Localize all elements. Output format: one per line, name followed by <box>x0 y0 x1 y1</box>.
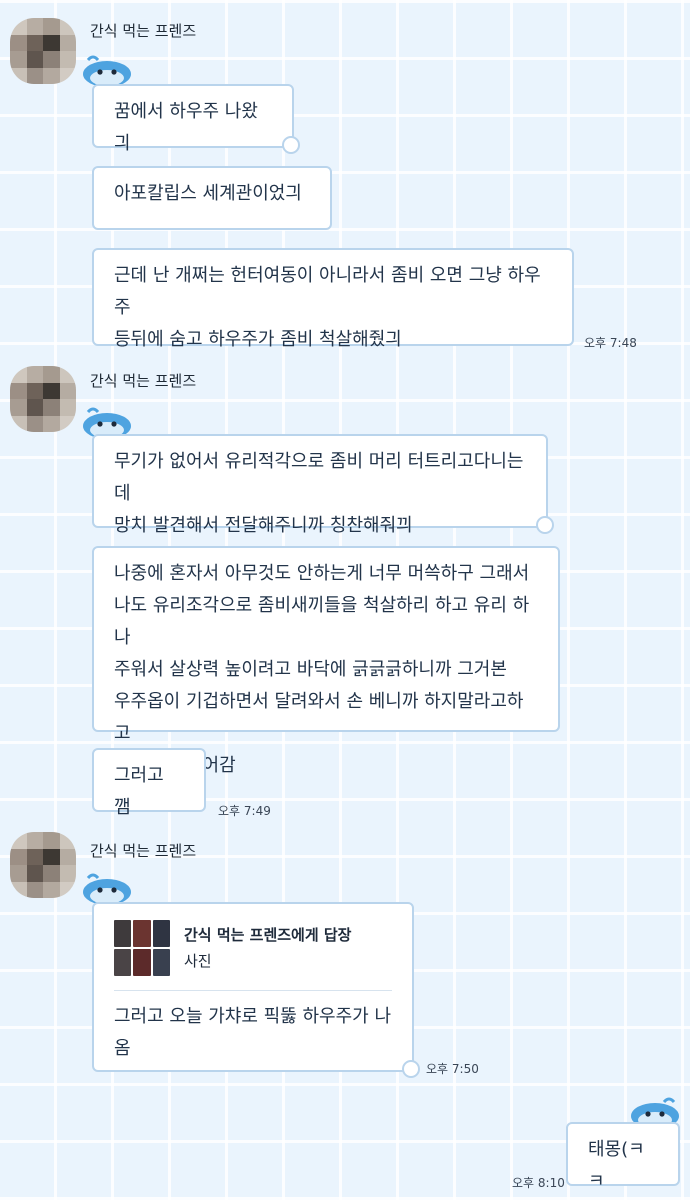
bubble-tail-icon <box>402 1060 420 1078</box>
message-text-line: 우주옵이 기겁하면서 달려와서 손 베니까 하지말라고하고 <box>114 691 524 744</box>
message-text: 꿈에서 하우주 나왔긔 <box>114 101 258 154</box>
sender-avatar[interactable] <box>10 18 76 84</box>
message-bubble[interactable]: 근데 난 개쩌는 헌터여동이 아니라서 좀비 오면 그냥 하우주 등뒤에 숨고 … <box>92 248 574 350</box>
message-text-line: 나도 유리조각으로 좀비새끼들을 척살하리 하고 유리 하나 <box>114 595 530 648</box>
sender-avatar[interactable] <box>10 832 76 898</box>
message-text-line: 주워서 살상력 높이려고 바닥에 긁긁긁하니까 그거본 <box>114 659 507 680</box>
bubble-tail-icon <box>282 136 300 154</box>
message-text-line: 무기가 없어서 유리적각으로 좀비 머리 터트리고다니는데 <box>114 451 524 504</box>
message-bubble[interactable]: 꿈에서 하우주 나왔긔 <box>92 84 300 154</box>
message-text-line: 나중에 혼자서 아무것도 안하는게 너무 머쓱하구 그래서 <box>114 563 530 584</box>
message-text-line: 망치 발견해서 전달해주니까 칭찬해줘끠 <box>114 515 413 536</box>
bubble-tail-icon <box>536 516 554 534</box>
message-time: 오후 7:49 <box>218 804 271 818</box>
message-text: 그러고 오늘 가챠로 픽뚫 하우주가 나옴 <box>114 1006 392 1059</box>
message-time: 오후 8:10 <box>512 1176 565 1190</box>
message-bubble[interactable]: 무기가 없어서 유리적각으로 좀비 머리 터트리고다니는데 망치 발견해서 전달… <box>92 434 554 536</box>
message-bubble[interactable]: 아포칼립스 세계관이었긔 <box>92 166 332 230</box>
message-text: 아포칼립스 세계관이었긔 <box>114 183 302 204</box>
photo-thumbnail <box>114 920 170 976</box>
sender-avatar[interactable] <box>10 366 76 432</box>
message-time: 오후 7:48 <box>584 336 637 350</box>
divider <box>114 990 392 991</box>
blue-whale-mascot-icon <box>83 873 131 905</box>
blue-whale-mascot-icon <box>83 55 131 87</box>
message-text-line: 근데 난 개쩌는 헌터여동이 아니라서 좀비 오면 그냥 하우주 <box>114 265 541 318</box>
sender-name: 간식 먹는 프렌즈 <box>90 372 197 390</box>
message-text: 태몽(ㅋㅋ <box>588 1139 645 1192</box>
my-message-bubble[interactable]: 태몽(ㅋㅋ <box>566 1122 680 1192</box>
message-bubble[interactable]: 그러고 깸 <box>92 748 206 818</box>
sender-name: 간식 먹는 프렌즈 <box>90 22 197 40</box>
message-bubble[interactable]: 나중에 혼자서 아무것도 안하는게 너무 머쓱하구 그래서 나도 유리조각으로 … <box>92 546 560 776</box>
reply-quote[interactable]: 간식 먹는 프렌즈에게 답장 사진 <box>114 920 392 976</box>
sender-name: 간식 먹는 프렌즈 <box>90 842 197 860</box>
reply-message-bubble[interactable]: 간식 먹는 프렌즈에게 답장 사진 그러고 오늘 가챠로 픽뚫 하우주가 나옴 <box>92 902 420 1078</box>
message-time: 오후 7:50 <box>426 1062 479 1076</box>
message-text: 그러고 깸 <box>114 765 164 818</box>
reply-title: 간식 먹는 프렌즈에게 답장 <box>184 926 352 944</box>
reply-subtitle: 사진 <box>184 952 212 970</box>
message-text-line: 등뒤에 숨고 하우주가 좀비 척살해줬긔 <box>114 329 402 350</box>
